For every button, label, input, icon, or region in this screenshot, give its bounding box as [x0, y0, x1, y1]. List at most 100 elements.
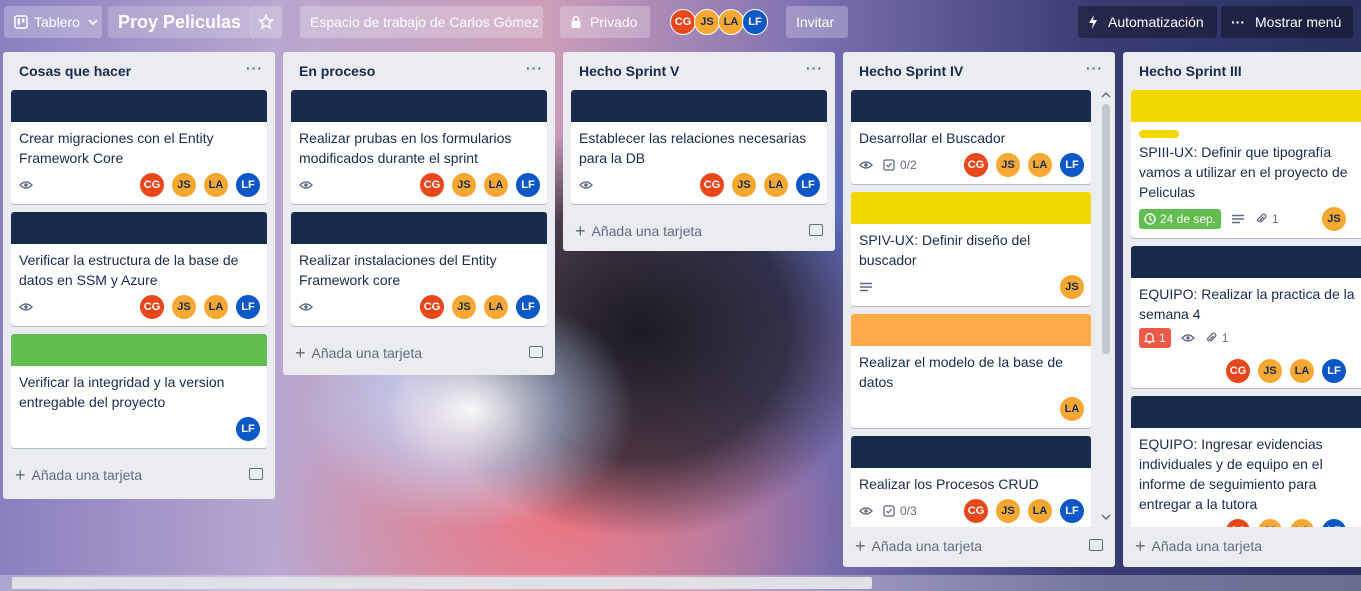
avatar[interactable]: LA	[763, 172, 789, 198]
avatar[interactable]: JS	[995, 498, 1021, 524]
avatar[interactable]: JS	[171, 172, 197, 198]
workspace-button[interactable]: Espacio de trabajo de Carlos Gómez	[300, 6, 543, 38]
eye-icon	[19, 180, 33, 190]
description-icon	[859, 282, 873, 292]
avatar[interactable]: LF	[235, 294, 261, 320]
list-menu-icon[interactable]: ···	[1086, 60, 1103, 76]
avatar[interactable]: CG	[419, 172, 445, 198]
member-avatar-la[interactable]: LA	[718, 9, 744, 35]
avatar[interactable]: JS	[1257, 358, 1283, 384]
list-title[interactable]: Hecho Sprint V	[579, 63, 679, 79]
card[interactable]: SPIII-UX: Definir que tipografía vamos a…	[1131, 90, 1361, 238]
member-avatar-js[interactable]: JS	[694, 9, 720, 35]
card-label	[1139, 130, 1179, 138]
list-title[interactable]: Hecho Sprint IV	[859, 63, 963, 79]
avatar[interactable]: JS	[451, 172, 477, 198]
chevron-up-icon[interactable]	[1101, 90, 1111, 100]
avatar[interactable]: LA	[1059, 396, 1085, 422]
list-title[interactable]: Hecho Sprint III	[1139, 63, 1242, 79]
card[interactable]: Desarrollar el Buscador 0/2 CG JS LA LF	[851, 90, 1091, 184]
add-card-button[interactable]: + Añada una tarjeta	[283, 334, 555, 372]
bolt-icon	[1088, 15, 1098, 29]
avatar[interactable]: LF	[795, 172, 821, 198]
avatar[interactable]: LF	[1321, 518, 1347, 527]
avatar[interactable]: LF	[1321, 358, 1347, 384]
avatar[interactable]: CG	[963, 498, 989, 524]
card-cover	[1131, 90, 1361, 122]
list-title[interactable]: En proceso	[299, 63, 375, 79]
card[interactable]: EQUIPO: Ingresar evidencias individuales…	[1131, 396, 1361, 527]
add-card-button[interactable]: + Añada una tarjeta	[1123, 527, 1361, 565]
plus-icon: +	[295, 342, 306, 363]
avatar[interactable]: JS	[1059, 274, 1085, 300]
visibility-button[interactable]: Privado	[560, 6, 650, 38]
avatar[interactable]: LA	[1289, 518, 1315, 527]
avatar[interactable]: LA	[483, 294, 509, 320]
card[interactable]: Realizar los Procesos CRUD 0/3 CG JS LA …	[851, 436, 1091, 527]
scrollbar-thumb[interactable]	[1102, 104, 1110, 354]
board-horizontal-scrollbar[interactable]	[0, 575, 1361, 591]
avatar[interactable]: JS	[451, 294, 477, 320]
card[interactable]: Realizar prubas en los formularios modif…	[291, 90, 547, 204]
avatar[interactable]: LF	[235, 416, 261, 442]
card[interactable]: Verificar la estructura de la base de da…	[11, 212, 267, 326]
avatar[interactable]: LA	[203, 172, 229, 198]
avatar[interactable]: JS	[1257, 518, 1283, 527]
chevron-down-icon[interactable]	[1101, 512, 1111, 522]
member-avatar-lf[interactable]: LF	[742, 9, 768, 35]
avatar[interactable]: LF	[235, 172, 261, 198]
avatar[interactable]: CG	[699, 172, 725, 198]
card[interactable]: Realizar instalaciones del Entity Framew…	[291, 212, 547, 326]
avatar[interactable]: LA	[1027, 498, 1053, 524]
template-icon[interactable]	[249, 468, 263, 480]
avatar[interactable]: LF	[515, 172, 541, 198]
template-icon[interactable]	[529, 346, 543, 358]
show-menu-button[interactable]: ··· Mostrar menú	[1221, 6, 1353, 38]
avatar[interactable]: CG	[139, 172, 165, 198]
card[interactable]: Realizar el modelo de la base de datos L…	[851, 314, 1091, 428]
star-button[interactable]	[250, 6, 282, 38]
list-menu-icon[interactable]: ···	[246, 60, 263, 76]
member-avatar-cg[interactable]: CG	[670, 9, 696, 35]
attachment-icon	[1205, 332, 1217, 344]
add-card-button[interactable]: + Añada una tarjeta	[563, 212, 835, 250]
avatar[interactable]: JS	[995, 152, 1021, 178]
avatar[interactable]: LA	[203, 294, 229, 320]
list-scrollbar[interactable]	[1101, 90, 1111, 522]
card[interactable]: Verificar la integridad y la version ent…	[11, 334, 267, 448]
add-card-button[interactable]: + Añada una tarjeta	[843, 527, 1115, 565]
avatar[interactable]: JS	[1321, 206, 1347, 232]
due-date-badge[interactable]: 24 de sep.	[1139, 209, 1222, 229]
board-title[interactable]: Proy Peliculas	[108, 6, 252, 38]
card-cover	[1131, 246, 1361, 278]
card[interactable]: Establecer las relaciones necesarias par…	[571, 90, 827, 204]
avatar[interactable]: LA	[1027, 152, 1053, 178]
card[interactable]: SPIV-UX: Definir diseño del buscador JS	[851, 192, 1091, 306]
avatar[interactable]: CG	[419, 294, 445, 320]
avatar[interactable]: LF	[1059, 152, 1085, 178]
avatar[interactable]: LF	[515, 294, 541, 320]
template-icon[interactable]	[1089, 539, 1103, 551]
avatar[interactable]: CG	[963, 152, 989, 178]
template-icon[interactable]	[809, 224, 823, 236]
list-menu-icon[interactable]: ···	[806, 60, 823, 76]
avatar[interactable]: CG	[139, 294, 165, 320]
eye-icon	[579, 180, 593, 190]
add-card-button[interactable]: + Añada una tarjeta	[3, 456, 275, 494]
scrollbar-thumb[interactable]	[12, 577, 872, 589]
avatar[interactable]: LF	[1059, 498, 1085, 524]
list-title[interactable]: Cosas que hacer	[19, 63, 131, 79]
list-menu-icon[interactable]: ···	[526, 60, 543, 76]
avatar[interactable]: CG	[1225, 518, 1251, 527]
card[interactable]: Crear migraciones con el Entity Framewor…	[11, 90, 267, 204]
avatar[interactable]: JS	[171, 294, 197, 320]
invite-button[interactable]: Invitar	[786, 6, 848, 38]
avatar[interactable]: CG	[1225, 358, 1251, 384]
automation-button[interactable]: Automatización	[1078, 6, 1217, 38]
notification-badge[interactable]: 1	[1139, 328, 1171, 348]
card[interactable]: EQUIPO: Realizar la practica de la seman…	[1131, 246, 1361, 388]
avatar[interactable]: JS	[731, 172, 757, 198]
board-switcher-button[interactable]: Tablero	[4, 6, 102, 38]
avatar[interactable]: LA	[1289, 358, 1315, 384]
avatar[interactable]: LA	[483, 172, 509, 198]
